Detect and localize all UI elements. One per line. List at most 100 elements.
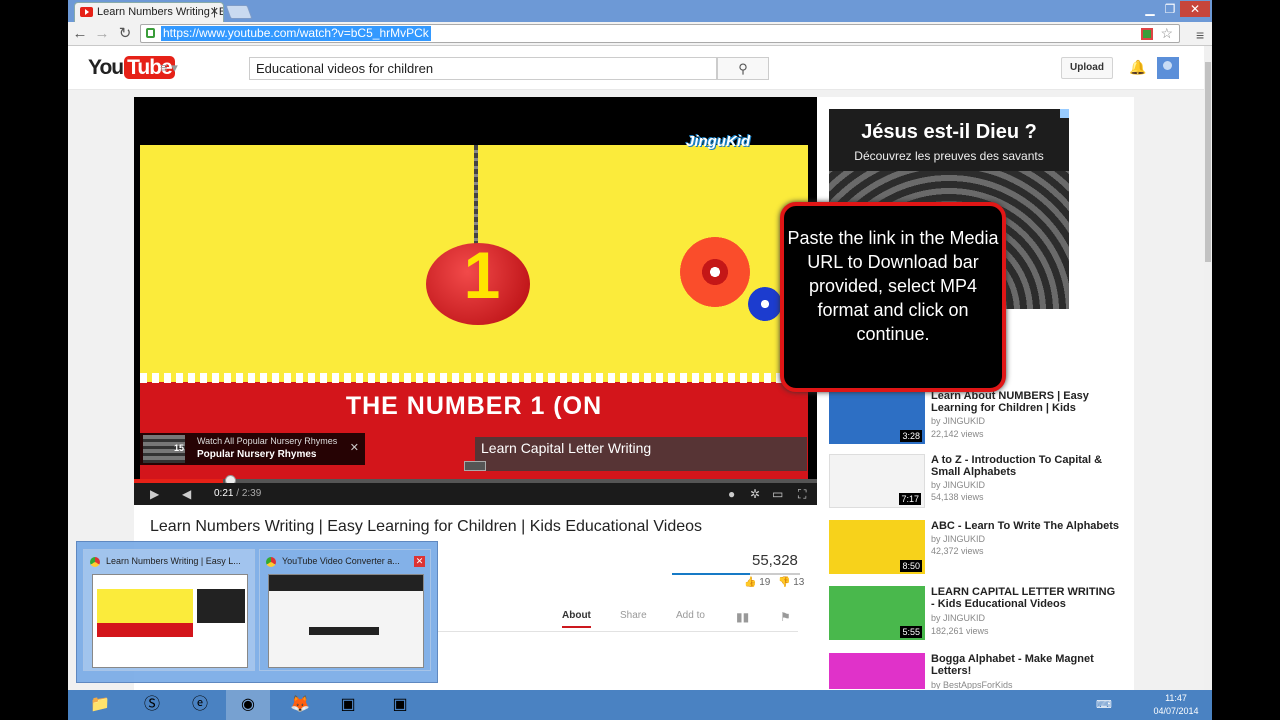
keyboard-icon[interactable]: ⌨ (1096, 698, 1112, 711)
browser-tab[interactable]: Learn Numbers Writing | E ✕ (74, 2, 224, 22)
suggestion-item[interactable]: 3:28 Learn About NUMBERS | Easy Learning… (829, 390, 1129, 448)
dislike-button[interactable]: 👎 13 (778, 577, 804, 588)
window-preview[interactable]: YouTube Video Converter a... ✕ (259, 549, 431, 671)
bookmark-star-icon[interactable]: ☆ (1160, 25, 1173, 42)
fullscreen-icon[interactable]: ⛶ (798, 487, 806, 502)
tab-share[interactable]: Share (620, 610, 647, 621)
explorer-icon[interactable]: 📁 (78, 690, 122, 720)
guide-menu-icon[interactable]: ≡ ▾ (160, 60, 178, 76)
play-icon[interactable]: ▶ (150, 487, 159, 501)
suggestion-title[interactable]: Learn About NUMBERS | Easy Learning for … (931, 390, 1121, 414)
preview-title: Learn Numbers Writing | Easy L... (106, 556, 241, 566)
thumbs-up-icon: 👍 (744, 577, 757, 588)
volume-icon[interactable]: ◀ (182, 487, 191, 501)
app-icon[interactable]: ▣ (326, 690, 370, 720)
skype-icon[interactable]: Ⓢ (130, 690, 174, 720)
system-clock[interactable]: 11:47 04/07/2014 (1146, 692, 1206, 718)
playlist-line2: Popular Nursery Rhymes (197, 449, 317, 460)
taskbar-preview-popup: Learn Numbers Writing | Easy L... YouTub… (76, 541, 438, 683)
suggestion-thumbnail[interactable]: 5:55 (829, 586, 925, 640)
extension-icon[interactable] (1141, 28, 1153, 40)
tab-close-icon[interactable]: ✕ (210, 5, 219, 18)
scrollbar-thumb[interactable] (1205, 62, 1211, 262)
clock-date: 04/07/2014 (1153, 706, 1199, 716)
suggestion-views: 42,372 views (931, 546, 984, 556)
suggestion-views: 22,142 views (931, 429, 984, 439)
chrome-taskbar-icon[interactable]: ◉ (226, 690, 270, 720)
flower-graphic-blue (748, 287, 782, 321)
flag-icon[interactable]: ⚑ (780, 610, 791, 624)
like-button[interactable]: 👍 19 (744, 577, 770, 588)
thumbs-down-icon: 👎 (778, 577, 791, 588)
url-text[interactable]: https://www.youtube.com/watch?v=bC5_hrMv… (161, 26, 431, 41)
back-button[interactable]: ← (71, 25, 89, 43)
suggestion-channel[interactable]: by BestAppsForKids (931, 680, 1013, 689)
app-icon-2[interactable]: ▣ (378, 690, 422, 720)
theater-mode-icon[interactable]: ▭ (772, 487, 783, 501)
new-tab-button[interactable] (225, 5, 253, 19)
address-bar[interactable]: https://www.youtube.com/watch?v=bC5_hrMv… (140, 24, 1180, 43)
minimize-button[interactable]: ▁ (1140, 1, 1160, 17)
playlist-annotation[interactable]: 15 Watch All Popular Nursery Rhymes Popu… (140, 433, 365, 465)
annotations-icon[interactable]: ● (728, 487, 735, 501)
preview-thumbnail (268, 574, 424, 668)
youtube-favicon-icon (80, 7, 93, 17)
annotation-box (464, 461, 486, 471)
suggestion-channel[interactable]: by JINGUKID (931, 416, 985, 426)
tab-add-to[interactable]: Add to (676, 610, 705, 621)
internet-explorer-icon[interactable]: ⓔ (178, 690, 222, 720)
chain-graphic (474, 145, 478, 245)
window-preview[interactable]: Learn Numbers Writing | Easy L... (83, 549, 255, 671)
notification-bell-icon[interactable]: 🔔 (1129, 59, 1146, 76)
firefox-icon[interactable]: 🦊 (278, 690, 322, 720)
ad-headline: Jésus est-il Dieu ? (861, 121, 1037, 143)
duration-badge: 3:28 (900, 430, 922, 442)
search-input[interactable]: Educational videos for children (249, 57, 717, 80)
suggestion-channel[interactable]: by JINGUKID (931, 534, 985, 544)
suggestion-item[interactable]: Bogga Alphabet - Make Magnet Letters! by… (829, 653, 1129, 689)
jingukid-logo: JinguKid (686, 133, 751, 150)
stats-icon[interactable]: ▮▮ (736, 610, 749, 624)
search-button[interactable]: ⚲ (717, 57, 769, 80)
suggestion-thumbnail[interactable] (829, 653, 925, 689)
settings-gear-icon[interactable]: ✲ (750, 487, 760, 501)
suggestion-title[interactable]: A to Z - Introduction To Capital & Small… (931, 454, 1121, 478)
video-player[interactable]: 1 JinguKid THE NUMBER 1 (ON 15 Watch All… (134, 97, 817, 505)
time-total: 2:39 (241, 488, 262, 499)
reload-button[interactable]: ↻ (116, 25, 134, 43)
preview-close-icon[interactable]: ✕ (414, 556, 425, 567)
chrome-menu-icon[interactable]: ≡ (1196, 27, 1204, 43)
close-window-button[interactable]: ✕ (1180, 1, 1210, 17)
suggestion-title[interactable]: LEARN CAPITAL LETTER WRITING - Kids Educ… (931, 586, 1121, 610)
annotation-close-icon[interactable]: ✕ (350, 441, 359, 454)
ad-info-icon[interactable] (1060, 109, 1069, 118)
upload-button[interactable]: Upload (1061, 57, 1113, 79)
capital-letter-annotation[interactable]: Learn Capital Letter Writing (475, 437, 807, 471)
page-scrollbar[interactable] (1204, 46, 1212, 690)
suggestion-item[interactable]: 5:55 LEARN CAPITAL LETTER WRITING - Kids… (829, 586, 1129, 644)
chrome-icon (266, 557, 276, 567)
playlist-count: 15 (174, 443, 185, 453)
suggestion-thumbnail[interactable]: 3:28 (829, 390, 925, 444)
logo-you: You (88, 56, 124, 79)
dislike-count: 13 (793, 577, 805, 588)
suggestion-views: 182,261 views (931, 626, 989, 636)
restore-button[interactable]: ❐ (1160, 1, 1180, 17)
suggestion-thumbnail[interactable]: 7:17 (829, 454, 925, 508)
preview-ad (197, 589, 245, 623)
avatar[interactable] (1157, 57, 1179, 79)
instruction-callout: Paste the link in the Media URL to Downl… (780, 202, 1006, 392)
suggestion-item[interactable]: 7:17 A to Z - Introduction To Capital & … (829, 454, 1129, 512)
suggestion-title[interactable]: ABC - Learn To Write The Alphabets (931, 520, 1121, 532)
suggestion-title[interactable]: Bogga Alphabet - Make Magnet Letters! (931, 653, 1121, 677)
flower-graphic (680, 237, 750, 307)
tab-about[interactable]: About (562, 610, 591, 628)
clock-time: 11:47 (1165, 693, 1187, 703)
preview-field (309, 627, 379, 635)
suggestion-item[interactable]: 8:50 ABC - Learn To Write The Alphabets … (829, 520, 1129, 578)
view-count: 55,328 (752, 552, 798, 569)
suggestion-channel[interactable]: by JINGUKID (931, 613, 985, 623)
suggestion-channel[interactable]: by JINGUKID (931, 480, 985, 490)
suggestion-thumbnail[interactable]: 8:50 (829, 520, 925, 574)
forward-button[interactable]: → (93, 25, 111, 43)
